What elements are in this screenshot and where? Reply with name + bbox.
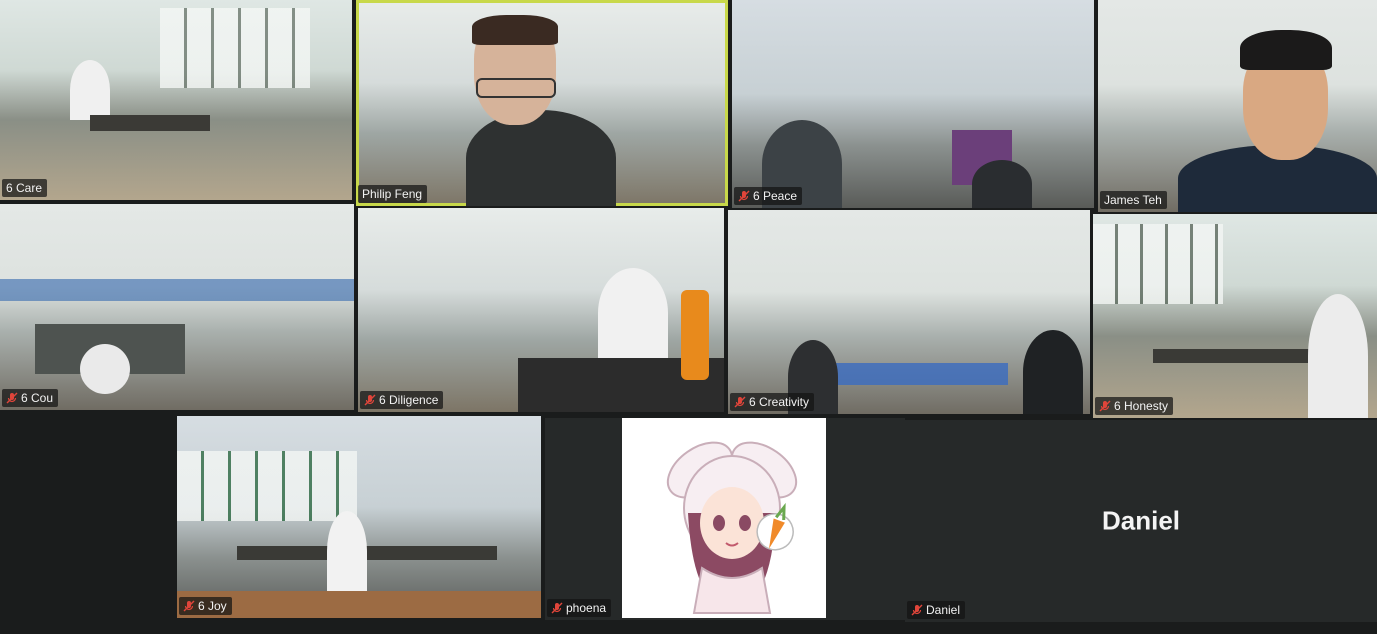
mic-muted-icon	[1099, 400, 1111, 412]
video-feed	[356, 0, 728, 206]
video-feed	[1093, 214, 1377, 418]
video-feed	[358, 208, 724, 412]
participant-name-tag: phoena	[547, 599, 612, 617]
mic-muted-icon	[911, 604, 923, 616]
participant-name: James Teh	[1104, 193, 1162, 207]
participant-name-tag: 6 Joy	[179, 597, 232, 615]
video-tile-6-care[interactable]: 6 Care	[0, 0, 352, 200]
video-tile-6-diligence[interactable]: 6 Diligence	[358, 208, 724, 412]
participant-name: Philip Feng	[362, 187, 423, 201]
participant-name-tag: 6 Diligence	[360, 391, 444, 409]
participant-name-tag: James Teh	[1100, 191, 1167, 209]
video-tile-6-honesty[interactable]: 6 Honesty	[1093, 214, 1377, 418]
participant-name-tag: Daniel	[907, 601, 966, 619]
video-feed	[177, 416, 541, 618]
video-feed	[0, 204, 354, 410]
mic-muted-icon	[364, 394, 376, 406]
participant-name-tag: 6 Care	[2, 179, 48, 197]
mic-muted-icon	[551, 602, 563, 614]
mic-muted-icon	[738, 190, 750, 202]
participant-name: 6 Diligence	[379, 393, 439, 407]
video-tile-6-peace[interactable]: 6 Peace	[732, 0, 1094, 208]
video-tile-daniel[interactable]: Daniel Daniel	[905, 420, 1377, 622]
video-tile-philip-feng[interactable]: Philip Feng	[356, 0, 728, 206]
video-tile-6-creativity[interactable]: 6 Creativity	[728, 210, 1090, 414]
participant-name: phoena	[566, 601, 607, 615]
video-feed	[728, 210, 1090, 414]
video-tile-6-cou[interactable]: 6 Cou	[0, 204, 354, 410]
participant-name-tag: Philip Feng	[358, 185, 428, 203]
participant-name-tag: 6 Creativity	[730, 393, 815, 411]
participant-name-tag: 6 Cou	[2, 389, 59, 407]
participant-name: 6 Cou	[21, 391, 54, 405]
video-tile-james-teh[interactable]: James Teh	[1098, 0, 1377, 212]
mic-muted-icon	[6, 392, 18, 404]
avatar	[622, 418, 826, 618]
participant-display-name: Daniel	[1101, 505, 1181, 536]
video-feed	[732, 0, 1094, 208]
participant-name: 6 Peace	[753, 189, 798, 203]
participant-name: 6 Care	[6, 181, 43, 195]
video-tile-6-joy[interactable]: 6 Joy	[177, 416, 541, 618]
participant-name: 6 Honesty	[1114, 399, 1169, 413]
participant-name: 6 Joy	[198, 599, 227, 613]
mic-muted-icon	[734, 396, 746, 408]
mic-muted-icon	[183, 600, 195, 612]
bunny-girl-avatar-icon	[666, 441, 798, 614]
video-tile-phoena[interactable]: phoena	[545, 418, 905, 620]
participant-name: Daniel	[926, 603, 961, 617]
participant-name-tag: 6 Peace	[734, 187, 803, 205]
video-feed	[0, 0, 352, 200]
participant-name-tag: 6 Honesty	[1095, 397, 1174, 415]
video-feed	[1098, 0, 1377, 212]
participant-name: 6 Creativity	[749, 395, 810, 409]
